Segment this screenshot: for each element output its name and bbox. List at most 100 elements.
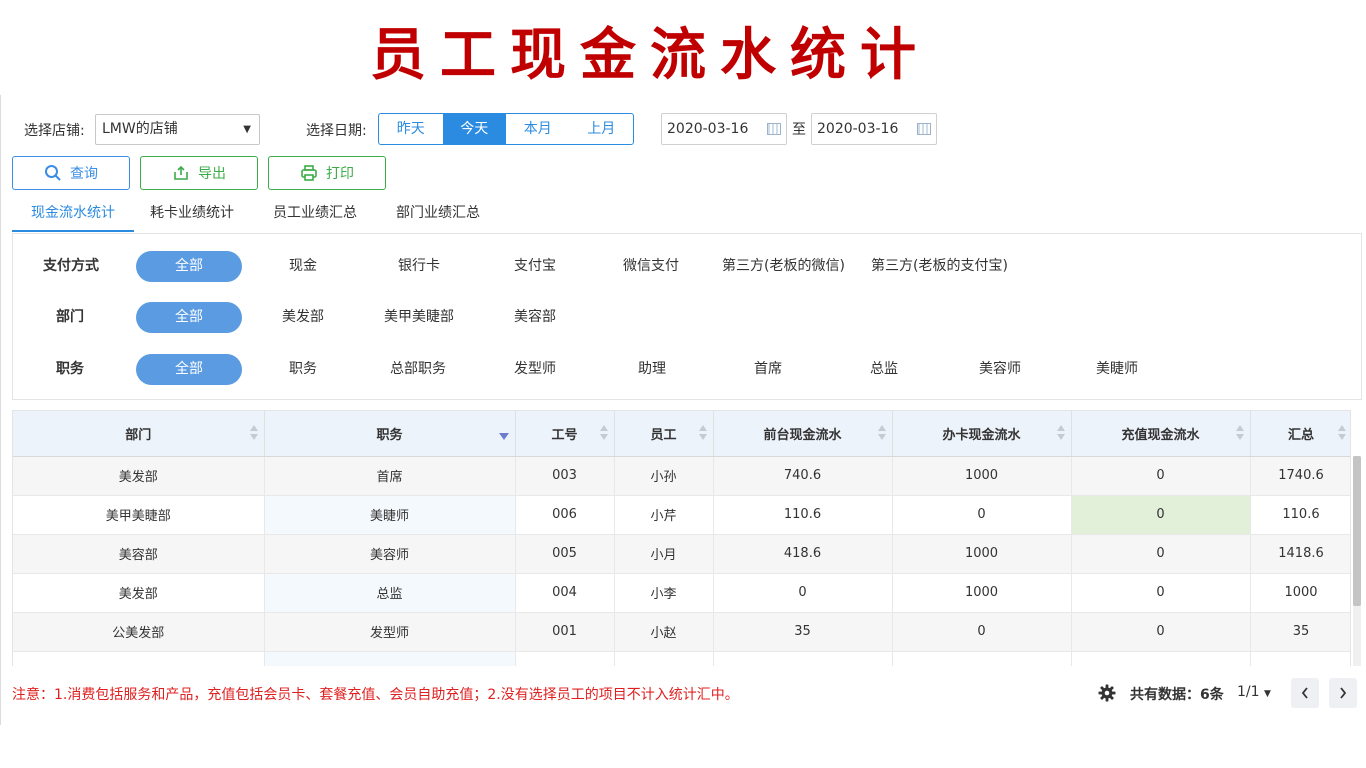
table-cell: 0 xyxy=(892,495,1072,535)
tab-staff-summary[interactable]: 员工业绩汇总 xyxy=(273,196,357,232)
table-cell xyxy=(713,651,893,666)
table-cell: 1000 xyxy=(892,573,1072,613)
column-header-recharge-cash[interactable]: 充值现金流水 xyxy=(1071,411,1251,457)
sort-icon[interactable] xyxy=(249,425,258,441)
range-last-month[interactable]: 上月 xyxy=(570,114,634,144)
print-button[interactable]: 打印 xyxy=(268,156,386,190)
table-cell: 004 xyxy=(515,573,615,613)
sort-icon[interactable] xyxy=(698,425,707,441)
table-header-row: 部门 职务 工号 员工 前台现金流水 办卡现金流水 充值现金流水 汇总 xyxy=(13,411,1350,457)
table-row[interactable]: 美容部 美容师 005 小月 418.6 1000 0 1418.6 xyxy=(13,534,1350,574)
filter-option[interactable]: 美容部 xyxy=(514,302,556,332)
table-cell: 公美发部 xyxy=(13,612,265,652)
column-header-total[interactable]: 汇总 xyxy=(1250,411,1350,457)
table-cell xyxy=(13,651,265,666)
dropdown-arrow-icon: ▼ xyxy=(243,124,251,135)
filter-option-all[interactable]: 全部 xyxy=(136,354,242,385)
filter-label: 职务 xyxy=(56,361,84,377)
column-header-department[interactable]: 部门 xyxy=(13,411,265,457)
filter-panel: 支付方式 全部 现金 银行卡 支付宝 微信支付 第三方(老板的微信) 第三方(老… xyxy=(12,233,1362,400)
table-scrollbar[interactable] xyxy=(1353,456,1361,666)
export-icon xyxy=(174,165,188,180)
sort-icon[interactable] xyxy=(1235,425,1244,441)
filter-option[interactable]: 第三方(老板的微信) xyxy=(722,251,845,281)
table-cell-selected[interactable]: 0 xyxy=(1071,495,1251,535)
query-label: 查询 xyxy=(70,166,98,182)
prev-page-button[interactable] xyxy=(1291,678,1319,708)
table-row[interactable]: 公美发部 发型师 001 小赵 35 0 0 35 xyxy=(13,612,1350,652)
filter-option[interactable]: 美容师 xyxy=(979,354,1021,384)
table-cell: 006 xyxy=(515,495,615,535)
print-label: 打印 xyxy=(326,166,354,182)
filter-option[interactable]: 首席 xyxy=(754,354,782,384)
column-header-front-cash[interactable]: 前台现金流水 xyxy=(713,411,893,457)
store-select-value: LMW的店铺 xyxy=(102,121,178,137)
filter-option[interactable]: 总部职务 xyxy=(390,354,446,384)
filter-row-department: 部门 全部 美发部 美甲美睫部 美容部 xyxy=(13,302,1361,333)
store-select[interactable]: LMW的店铺 ▼ xyxy=(95,114,260,145)
table-cell: 0 xyxy=(713,573,893,613)
filter-option[interactable]: 美甲美睫部 xyxy=(384,302,454,332)
sort-icon[interactable] xyxy=(877,425,886,441)
column-header-employee[interactable]: 员工 xyxy=(614,411,714,457)
filter-option[interactable]: 职务 xyxy=(289,354,317,384)
column-header-employee-id[interactable]: 工号 xyxy=(515,411,615,457)
table-cell: 1000 xyxy=(1250,573,1350,613)
range-this-month[interactable]: 本月 xyxy=(506,114,570,144)
next-page-button[interactable] xyxy=(1329,678,1357,708)
range-today[interactable]: 今天 xyxy=(442,114,506,144)
table-cell: 发型师 xyxy=(264,612,516,652)
filter-option[interactable]: 微信支付 xyxy=(623,251,679,281)
filter-option-all[interactable]: 全部 xyxy=(136,302,242,333)
scrollbar-thumb[interactable] xyxy=(1353,456,1361,606)
sort-desc-icon[interactable] xyxy=(498,433,509,440)
table-cell: 418.6 xyxy=(713,534,893,574)
sort-icon[interactable] xyxy=(1056,425,1065,441)
column-header-position[interactable]: 职务 xyxy=(264,411,516,457)
table-cell: 小月 xyxy=(614,534,714,574)
table-cell: 美容部 xyxy=(13,534,265,574)
date-range-switch: 昨天 今天 本月 上月 xyxy=(378,113,634,145)
date-to-input[interactable]: 2020-03-16 xyxy=(811,113,937,145)
export-button[interactable]: 导出 xyxy=(140,156,258,190)
calendar-icon[interactable] xyxy=(767,123,781,135)
date-label: 选择日期: xyxy=(306,123,367,139)
table-cell xyxy=(1250,651,1350,666)
table-row[interactable]: 美甲美睫部 美睫师 006 小芹 110.6 0 0 110.6 xyxy=(13,495,1350,535)
page-selector[interactable]: 1/1 ▼ xyxy=(1237,684,1271,700)
table-cell: 0 xyxy=(892,612,1072,652)
tab-cash-flow[interactable]: 现金流水统计 xyxy=(12,196,134,232)
store-label: 选择店铺: xyxy=(24,123,85,139)
sort-icon[interactable] xyxy=(1337,425,1346,441)
filter-option[interactable]: 美发部 xyxy=(282,302,324,332)
filter-option[interactable]: 现金 xyxy=(289,251,317,281)
table-cell xyxy=(892,651,1072,666)
tab-department-summary[interactable]: 部门业绩汇总 xyxy=(396,196,480,232)
table-row[interactable]: 美发部 总监 004 小李 0 1000 0 1000 xyxy=(13,573,1350,613)
query-button[interactable]: 查询 xyxy=(12,156,130,190)
filter-option[interactable]: 总监 xyxy=(870,354,898,384)
table-row-partial[interactable] xyxy=(13,651,1350,666)
table-row[interactable]: 美发部 首席 003 小孙 740.6 1000 0 1740.6 xyxy=(13,456,1350,496)
data-table: 部门 职务 工号 员工 前台现金流水 办卡现金流水 充值现金流水 汇总 美发部 … xyxy=(12,410,1351,666)
sort-icon[interactable] xyxy=(599,425,608,441)
calendar-icon[interactable] xyxy=(917,123,931,135)
filter-option[interactable]: 美睫师 xyxy=(1096,354,1138,384)
tab-card-consumption[interactable]: 耗卡业绩统计 xyxy=(150,196,234,232)
column-header-card-cash[interactable]: 办卡现金流水 xyxy=(892,411,1072,457)
range-yesterday[interactable]: 昨天 xyxy=(379,114,443,144)
gear-icon[interactable] xyxy=(1098,684,1116,702)
filter-option[interactable]: 支付宝 xyxy=(514,251,556,281)
filter-option[interactable]: 第三方(老板的支付宝) xyxy=(871,251,1008,281)
filter-option[interactable]: 发型师 xyxy=(514,354,556,384)
table-cell: 首席 xyxy=(264,456,516,496)
page-title: 员工现金流水统计 xyxy=(370,22,930,88)
table-cell: 0 xyxy=(1071,612,1251,652)
footer-note: 注意：1.消费包括服务和产品，充值包括会员卡、套餐充值、会员自助充值；2.没有选… xyxy=(12,687,739,703)
table-cell: 美甲美睫部 xyxy=(13,495,265,535)
table-cell: 1000 xyxy=(892,534,1072,574)
filter-option-all[interactable]: 全部 xyxy=(136,251,242,282)
filter-option[interactable]: 助理 xyxy=(638,354,666,384)
date-from-input[interactable]: 2020-03-16 xyxy=(661,113,787,145)
filter-option[interactable]: 银行卡 xyxy=(398,251,440,281)
